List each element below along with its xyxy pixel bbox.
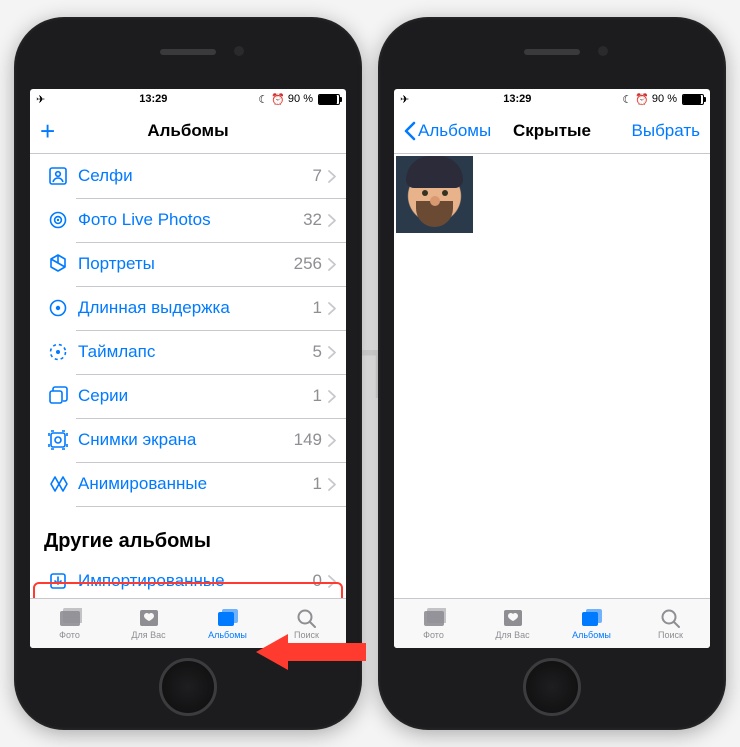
chevron-right-icon [324,346,346,359]
album-count: 0 [313,571,324,591]
import-icon [44,570,72,592]
chevron-right-icon [324,478,346,491]
tab-albums[interactable]: Альбомы [188,599,267,648]
longexp-icon [44,297,72,319]
battery-icon [682,94,704,105]
tab-label: Альбомы [572,630,611,640]
section-other-albums: Другие альбомы [30,506,346,559]
back-button[interactable]: Альбомы [404,121,491,141]
album-count: 1 [313,386,324,406]
battery-pct: 90 % [288,93,313,105]
add-button[interactable]: + [40,118,55,144]
status-bar: ✈︎ 13:29 ☾ ⏰ 90 % [394,89,710,109]
status-time: 13:29 [139,93,167,105]
chevron-right-icon [324,434,346,447]
phone-frame-right: ✈︎ 13:29 ☾ ⏰ 90 % Альбомы С [378,17,726,730]
tab-label: Для Вас [495,630,529,640]
tab-foryou[interactable]: Для Вас [109,599,188,648]
album-count: 32 [303,210,324,230]
screenshot-icon [44,429,72,451]
tab-label: Фото [59,630,80,640]
album-label: Серии [78,386,313,406]
tab-label: Альбомы [208,630,247,640]
home-button[interactable] [159,658,217,716]
hidden-photos-grid [394,154,710,598]
album-row-gif[interactable]: Анимированные1 [30,462,346,506]
tab-label: Фото [423,630,444,640]
album-count: 1 [313,298,324,318]
chevron-right-icon [324,170,346,183]
album-count: 256 [294,254,324,274]
album-count: 7 [313,166,324,186]
live-icon [44,209,72,231]
album-label: Селфи [78,166,313,186]
chevron-right-icon [324,390,346,403]
dnd-icon: ☾ [622,93,632,106]
album-label: Длинная выдержка [78,298,313,318]
tab-photos[interactable]: Фото [394,599,473,648]
gif-icon [44,473,72,495]
timelapse-icon [44,341,72,363]
airplane-icon: ✈︎ [400,93,409,106]
phone-frame-left: ✈︎ 13:29 ☾ ⏰ 90 % + Альбомы [14,17,362,730]
tab-bar: Фото Для Вас Альбомы Поиск [394,598,710,648]
album-label: Анимированные [78,474,313,494]
tab-label: Поиск [294,630,319,640]
battery-pct: 90 % [652,93,677,105]
alarm-icon: ⏰ [271,93,285,106]
cube-icon [44,253,72,275]
status-time: 13:29 [503,93,531,105]
album-count: 1 [313,474,324,494]
album-row-timelapse[interactable]: Таймлапс5 [30,330,346,374]
select-button[interactable]: Выбрать [632,121,700,141]
album-label: Таймлапс [78,342,313,362]
album-list: Селфи7Фото Live Photos32Портреты256Длинн… [30,154,346,598]
album-count: 149 [294,430,324,450]
album-row-screenshot[interactable]: Снимки экрана149 [30,418,346,462]
album-row-burst[interactable]: Серии1 [30,374,346,418]
album-label: Снимки экрана [78,430,294,450]
battery-icon [318,94,340,105]
tab-search[interactable]: Поиск [267,599,346,648]
album-label: Импортированные [78,571,313,591]
back-label: Альбомы [418,121,491,141]
tab-label: Для Вас [131,630,165,640]
album-count: 5 [313,342,324,362]
chevron-right-icon [324,575,346,588]
chevron-right-icon [324,258,346,271]
chevron-right-icon [324,214,346,227]
chevron-right-icon [324,302,346,315]
tab-bar: Фото Для Вас Альбомы Поиск [30,598,346,648]
home-button[interactable] [523,658,581,716]
album-label: Портреты [78,254,294,274]
photo-thumbnail[interactable] [396,156,473,233]
album-row-import[interactable]: Импортированные0 [30,559,346,598]
tab-albums[interactable]: Альбомы [552,599,631,648]
album-row-cube[interactable]: Портреты256 [30,242,346,286]
album-row-longexp[interactable]: Длинная выдержка1 [30,286,346,330]
alarm-icon: ⏰ [635,93,649,106]
tab-foryou[interactable]: Для Вас [473,599,552,648]
tab-photos[interactable]: Фото [30,599,109,648]
nav-bar: Альбомы Скрытые Выбрать [394,109,710,154]
nav-bar: + Альбомы [30,109,346,154]
burst-icon [44,385,72,407]
tab-search[interactable]: Поиск [631,599,710,648]
album-label: Фото Live Photos [78,210,303,230]
status-bar: ✈︎ 13:29 ☾ ⏰ 90 % [30,89,346,109]
album-row-selfie[interactable]: Селфи7 [30,154,346,198]
album-row-live[interactable]: Фото Live Photos32 [30,198,346,242]
dnd-icon: ☾ [258,93,268,106]
tab-label: Поиск [658,630,683,640]
selfie-icon [44,165,72,187]
airplane-icon: ✈︎ [36,93,45,106]
